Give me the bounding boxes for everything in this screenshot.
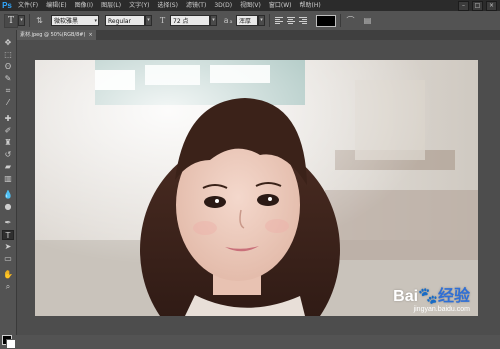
watermark-text-left: Bai (393, 288, 419, 305)
dodge-tool-icon[interactable]: ● (2, 202, 14, 212)
blur-tool-icon[interactable]: 💧 (2, 190, 14, 200)
menu-bar: Ps 文件(F) 编辑(E) 图像(I) 图层(L) 文字(Y) 选择(S) 滤… (0, 0, 500, 11)
menu-select[interactable]: 选择(S) (153, 0, 182, 11)
antialias-icon: aₐ (223, 16, 234, 25)
text-orientation-icon[interactable]: ⇅ (34, 15, 45, 26)
watermark-main: Bai🐾经验 (393, 289, 470, 305)
font-family-select[interactable]: 微软雅黑 ▾ (51, 15, 99, 26)
history-brush-tool-icon[interactable]: ↺ (2, 150, 14, 160)
font-style-value: Regular (108, 18, 132, 25)
baidu-paw-icon: 🐾 (418, 288, 438, 305)
menu-3d[interactable]: 3D(D) (210, 0, 236, 11)
minimize-button[interactable]: – (458, 0, 469, 11)
divider (340, 14, 341, 27)
gradient-tool-icon[interactable]: ▥ (2, 174, 14, 184)
close-button[interactable]: × (486, 0, 497, 11)
warp-text-icon[interactable]: ⌒ (345, 15, 356, 26)
menu-image[interactable]: 图像(I) (71, 0, 97, 11)
background-color-swatch[interactable] (6, 339, 16, 349)
marquee-tool-icon[interactable]: ⬚ (2, 50, 14, 60)
menu-layer[interactable]: 图层(L) (97, 0, 125, 11)
text-color-swatch[interactable] (316, 14, 336, 27)
portrait-photo (35, 60, 478, 316)
font-size-dropdown[interactable]: ▾ (210, 15, 217, 26)
menu-window[interactable]: 窗口(W) (265, 0, 296, 11)
antialias-value: 浑厚 (239, 18, 252, 25)
tools-panel: ✥ ⬚ ʘ ✎ ⌗ ⁄ ✚ ✐ ♜ ↺ ▰ ▥ 💧 ● ✒ T ➤ ▭ ✋ ⌕ (0, 30, 17, 349)
font-size-value: 72 点 (173, 18, 189, 25)
antialias-dropdown[interactable]: ▾ (258, 15, 265, 26)
document-image[interactable]: Bai🐾经验 jingyan.baidu.com (35, 60, 478, 316)
options-bar: T ▾ ⇅ 微软雅黑 ▾ Regular ▾ T 72 点 ▾ aₐ 浑厚 ▾ … (0, 11, 500, 31)
watermark-sub: jingyan.baidu.com (413, 306, 470, 313)
align-left-button[interactable] (274, 15, 284, 26)
font-style-select[interactable]: Regular (105, 15, 145, 26)
eyedropper-tool-icon[interactable]: ⁄ (2, 98, 14, 108)
clone-stamp-tool-icon[interactable]: ♜ (2, 138, 14, 148)
font-size-icon: T (159, 16, 166, 25)
menu-type[interactable]: 文字(Y) (125, 0, 153, 11)
close-icon[interactable]: × (88, 32, 92, 38)
hand-tool-icon[interactable]: ✋ (2, 270, 14, 280)
align-right-button[interactable] (298, 15, 308, 26)
eraser-tool-icon[interactable]: ▰ (2, 162, 14, 172)
divider (269, 14, 270, 27)
maximize-button[interactable]: □ (472, 0, 483, 11)
zoom-tool-icon[interactable]: ⌕ (2, 282, 14, 292)
font-size-field[interactable]: 72 点 (170, 15, 210, 26)
type-tool-preset-icon[interactable]: T (4, 13, 18, 28)
window-controls: – □ × (458, 0, 500, 11)
align-center-button[interactable] (286, 15, 296, 26)
menu-filter[interactable]: 滤镜(T) (182, 0, 210, 11)
crop-tool-icon[interactable]: ⌗ (2, 86, 14, 96)
path-select-tool-icon[interactable]: ➤ (2, 242, 14, 252)
brush-tool-icon[interactable]: ✐ (2, 126, 14, 136)
pen-tool-icon[interactable]: ✒ (2, 218, 14, 228)
menu-help[interactable]: 帮助(H) (296, 0, 325, 11)
antialias-select[interactable]: 浑厚 (236, 15, 258, 26)
watermark: Bai🐾经验 jingyan.baidu.com (393, 289, 470, 314)
font-family-value: 微软雅黑 (54, 18, 79, 25)
move-tool-icon[interactable]: ✥ (2, 38, 14, 48)
photoshop-logo: Ps (2, 1, 12, 10)
document-tab-title: 素材.jpeg @ 50%(RGB/8#) (20, 32, 86, 38)
document-tab[interactable]: 素材.jpeg @ 50%(RGB/8#) × (17, 30, 96, 40)
menu-edit[interactable]: 编辑(E) (42, 0, 70, 11)
shape-tool-icon[interactable]: ▭ (2, 254, 14, 264)
document-tab-strip: 素材.jpeg @ 50%(RGB/8#) × (17, 30, 500, 40)
font-style-dropdown[interactable]: ▾ (145, 15, 152, 26)
healing-brush-tool-icon[interactable]: ✚ (2, 114, 14, 124)
menu-view[interactable]: 视图(V) (236, 0, 265, 11)
menu-file[interactable]: 文件(F) (14, 0, 42, 11)
lasso-tool-icon[interactable]: ʘ (2, 62, 14, 72)
type-tool-icon[interactable]: T (2, 230, 14, 240)
quick-select-tool-icon[interactable]: ✎ (2, 74, 14, 84)
tool-preset-dropdown[interactable]: ▾ (18, 15, 25, 26)
divider (29, 14, 30, 27)
chevron-down-icon: ▾ (94, 18, 97, 24)
canvas-area[interactable]: Bai🐾经验 jingyan.baidu.com (17, 40, 500, 335)
character-panel-icon[interactable]: ▤ (362, 15, 373, 26)
watermark-text-right: 经验 (437, 288, 470, 305)
